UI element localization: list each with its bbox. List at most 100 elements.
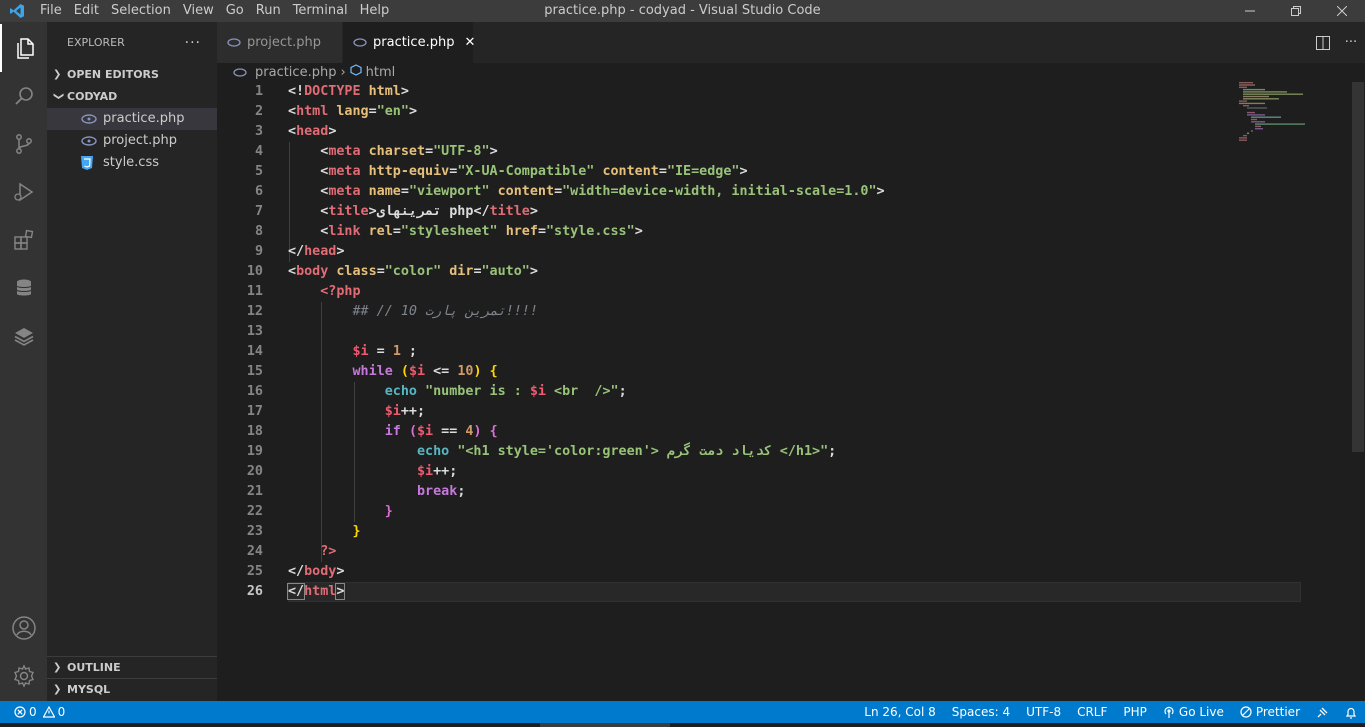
- menu-terminal[interactable]: Terminal: [287, 0, 354, 22]
- file-item-practice[interactable]: practice.php: [47, 108, 217, 130]
- menu-view[interactable]: View: [177, 0, 220, 22]
- end-of-line[interactable]: CRLF: [1069, 705, 1115, 719]
- code-line-2: <html lang="en">: [288, 102, 1338, 122]
- code-token: ;: [618, 384, 627, 399]
- file-item-style[interactable]: style.css: [47, 152, 217, 174]
- go-live-button[interactable]: Go Live: [1155, 705, 1232, 719]
- file-item-project[interactable]: project.php: [47, 130, 217, 152]
- explorer-icon[interactable]: [0, 24, 47, 72]
- php-icon: [353, 38, 367, 47]
- explorer-title-text: EXPLORER: [67, 36, 125, 49]
- code-line-11: <?php: [288, 282, 1338, 302]
- code-token: >: [739, 164, 748, 179]
- tab-practice[interactable]: practice.php ✕: [343, 22, 475, 63]
- database-icon[interactable]: [0, 264, 47, 312]
- menu-go[interactable]: Go: [220, 0, 250, 22]
- code-line-21: break;: [288, 482, 1338, 502]
- restore-icon[interactable]: [1273, 0, 1319, 22]
- feedback-icon[interactable]: [1308, 706, 1337, 719]
- code-token: rel: [368, 224, 393, 239]
- open-editors-section[interactable]: ❯ OPEN EDITORS: [47, 64, 217, 86]
- menu-edit[interactable]: Edit: [68, 0, 105, 22]
- indentation[interactable]: Spaces: 4: [944, 705, 1018, 719]
- code-line-23: }: [288, 522, 1338, 542]
- line-number: 12: [246, 304, 263, 319]
- code-token: echo: [384, 384, 417, 399]
- tab-project[interactable]: project.php: [217, 22, 343, 63]
- code-line-22: }: [288, 502, 1338, 522]
- menu-help[interactable]: Help: [354, 0, 396, 22]
- symbol-icon: [350, 64, 362, 80]
- code-editor[interactable]: 1 2 3 4 5 6 7 8 9 10 11 12 13 14 15 16 1…: [217, 82, 1347, 701]
- line-number: 10: [246, 264, 263, 279]
- broadcast-icon: [1163, 706, 1175, 718]
- minimap[interactable]: [1235, 82, 1347, 142]
- code-token: =: [425, 144, 434, 159]
- code-token: html: [304, 584, 337, 599]
- code-token: html: [368, 84, 401, 99]
- code-token: >: [529, 264, 538, 279]
- settings-gear-icon[interactable]: [0, 652, 47, 700]
- code-token: $i: [408, 364, 426, 379]
- menu-file[interactable]: File: [34, 0, 68, 22]
- explorer-title: EXPLORER ···: [47, 22, 217, 64]
- folder-section[interactable]: ❯ CODYAD: [47, 86, 217, 108]
- source-control-icon[interactable]: [0, 120, 47, 168]
- line-number: 6: [254, 184, 263, 199]
- account-icon[interactable]: [0, 604, 47, 652]
- code-token: =: [537, 224, 546, 239]
- minimize-icon[interactable]: [1227, 0, 1273, 22]
- code-token: "width=device-width, initial-scale=1.0": [562, 184, 877, 199]
- search-icon[interactable]: [0, 72, 47, 120]
- split-editor-icon[interactable]: [1309, 35, 1337, 50]
- scrollbar-thumb[interactable]: [1352, 82, 1364, 452]
- code-token: lang: [336, 104, 369, 119]
- code-token: <!: [288, 84, 305, 99]
- line-number: 20: [246, 464, 263, 479]
- file-name: style.css: [103, 155, 159, 170]
- line-number: 3: [254, 124, 263, 139]
- run-debug-icon[interactable]: [0, 168, 47, 216]
- file-name: practice.php: [103, 111, 185, 126]
- menu-selection[interactable]: Selection: [105, 0, 177, 22]
- editor-tabs: project.php practice.php ✕ ···: [217, 22, 1365, 63]
- language-mode[interactable]: PHP: [1115, 705, 1155, 719]
- mysql-section[interactable]: ❯ MYSQL: [47, 678, 217, 701]
- breadcrumb-symbol[interactable]: html: [366, 65, 396, 80]
- layers-icon[interactable]: [0, 312, 47, 360]
- line-number: 19: [246, 444, 263, 459]
- line-number: 23: [246, 524, 263, 539]
- outline-section[interactable]: ❯ OUTLINE: [47, 656, 217, 679]
- breadcrumb-file[interactable]: practice.php: [255, 65, 336, 80]
- code-token: title: [328, 204, 369, 219]
- close-window-icon[interactable]: [1319, 0, 1365, 22]
- code-token: <: [288, 264, 297, 279]
- php-icon: [81, 114, 97, 124]
- code-token: تمرینهای php: [376, 204, 474, 219]
- code-token: =: [392, 224, 401, 239]
- code-token: }: [352, 524, 361, 539]
- more-actions-icon[interactable]: ···: [185, 22, 201, 64]
- cursor-position[interactable]: Ln 26, Col 8: [856, 705, 944, 719]
- close-icon[interactable]: ✕: [464, 35, 475, 50]
- menu-run[interactable]: Run: [250, 0, 287, 22]
- code-token: >: [336, 564, 345, 579]
- code-token: DOCTYPE: [304, 84, 361, 99]
- code-line-1: <!DOCTYPE html>: [288, 82, 1338, 102]
- more-actions-icon[interactable]: ···: [1337, 35, 1365, 50]
- code-token: ++;: [433, 464, 458, 479]
- code-line-8: <link rel="stylesheet" href="style.css">: [288, 222, 1338, 242]
- extensions-icon[interactable]: [0, 216, 47, 264]
- prettier-button[interactable]: Prettier: [1232, 705, 1308, 719]
- notifications-bell-icon[interactable]: [1337, 706, 1365, 719]
- code-line-14: $i = 1 ;: [288, 342, 1338, 362]
- encoding[interactable]: UTF-8: [1018, 705, 1069, 719]
- problems-indicator[interactable]: 0 0: [0, 705, 65, 719]
